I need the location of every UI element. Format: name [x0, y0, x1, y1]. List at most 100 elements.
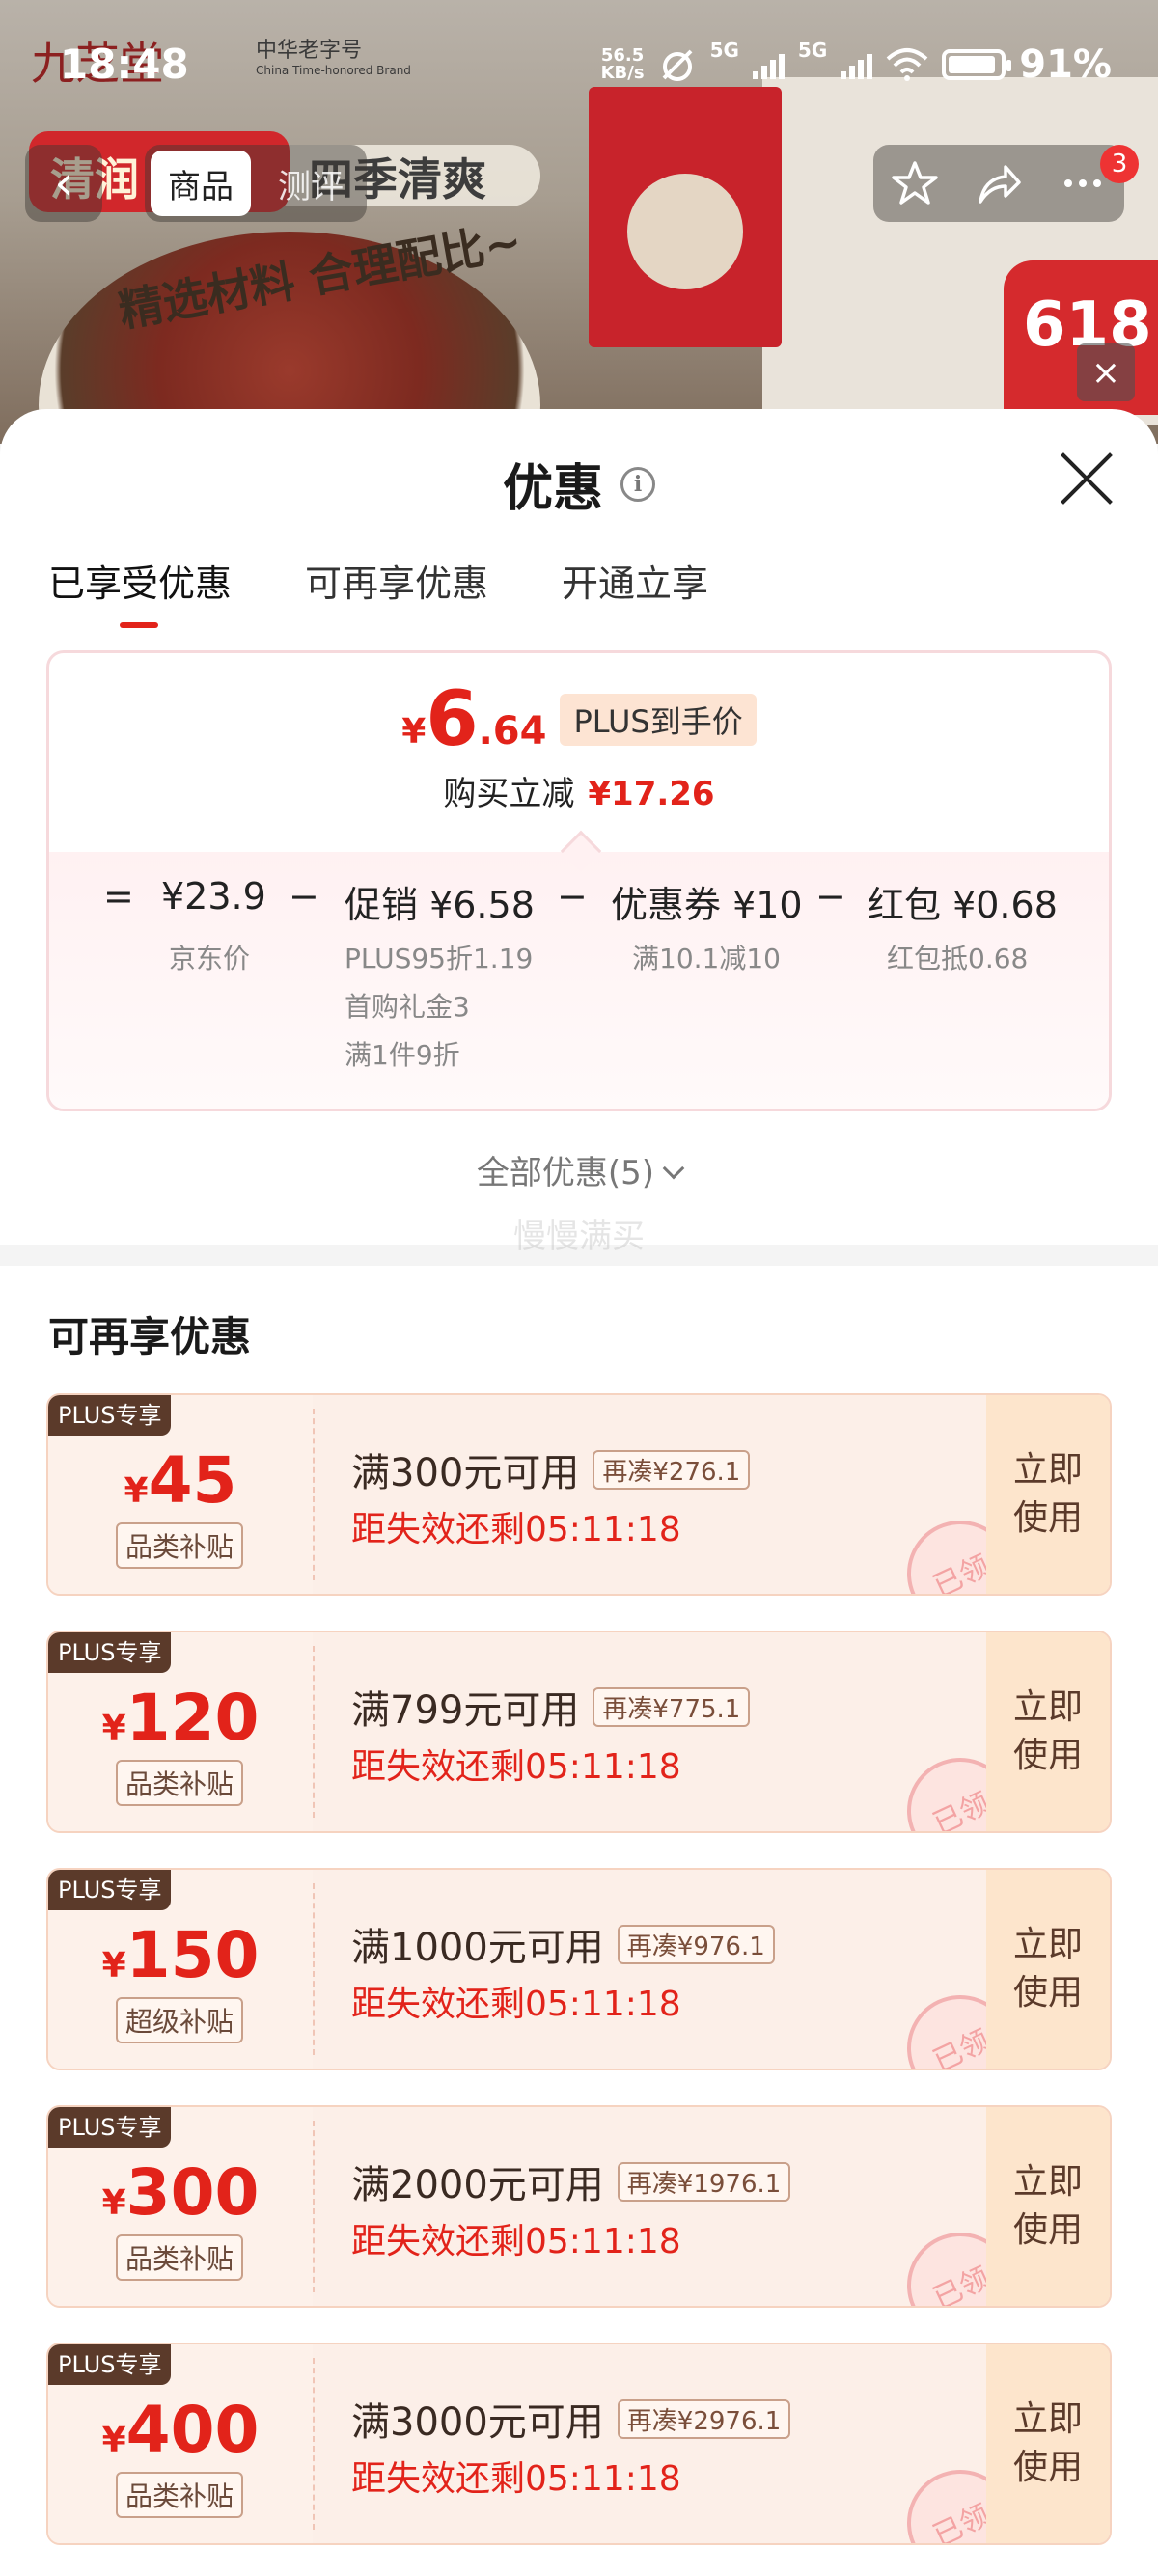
all-offers-toggle[interactable]: 全部优惠(5) [0, 1146, 1158, 1193]
status-time: 18:48 [60, 41, 189, 88]
reduce-label: 购买立减 [443, 775, 575, 813]
coupon-timer: 距失效还剩05:11:18 [351, 2222, 681, 2261]
more-offers-title: 可再享优惠 [48, 1313, 252, 1360]
coupon-condition: 满300元可用 再凑¥276.1 [351, 1441, 751, 1497]
coupon-amount: ¥120 [48, 1681, 313, 1755]
sheet-title: 优惠 [502, 460, 603, 518]
tab-product[interactable]: 商品 [151, 151, 251, 216]
coupon-separator [313, 2358, 315, 2530]
coupon-condition: 满1000元可用 再凑¥976.1 [351, 1916, 775, 1972]
coupon-need-amount: 再凑¥1976.1 [617, 2161, 791, 2202]
final-price-section: ¥ 6 .64 PLUS到手价 购买立减 ¥17.26 [49, 653, 1109, 852]
coupon-card: PLUS专享 ¥150 超级补贴 满1000元可用 再凑¥976.1 距失效还剩0… [46, 1868, 1112, 2070]
coupon-plus-tag: PLUS专享 [48, 1632, 172, 1673]
coupon-amount-value: 120 [125, 1681, 260, 1755]
use-now-label: 立即使用 [1012, 1925, 1083, 2013]
signal-2-icon [841, 50, 873, 79]
share-icon[interactable] [975, 159, 1023, 207]
chevron-left-icon: ‹ [54, 156, 73, 210]
floating-close-button[interactable]: × [1077, 343, 1135, 401]
reduce-value: ¥17.26 [588, 775, 715, 813]
coupon-need-amount: 再凑¥276.1 [593, 1449, 751, 1490]
signal-type-2: 5G [797, 39, 828, 62]
formula-coupon: 优惠券 ¥10 [611, 884, 803, 926]
formula-promotion-sub-3: 满1件9折 [345, 1039, 460, 1071]
network-speed: 56.5 KB/s [601, 47, 645, 82]
coupon-condition-text: 满2000元可用 [351, 2163, 604, 2207]
formula-list-price: ¥23.9 [161, 875, 266, 918]
coupon-yen: ¥ [101, 1709, 126, 1748]
coupon-card: PLUS专享 ¥120 品类补贴 满799元可用 再凑¥775.1 距失效还剩05… [46, 1631, 1112, 1833]
formula-red-packet: 红包 ¥0.68 [868, 884, 1058, 926]
star-icon[interactable] [891, 159, 939, 207]
use-now-label: 立即使用 [1012, 1687, 1083, 1775]
coupon-amount: ¥300 [48, 2155, 313, 2230]
formula-promotion-sub-2: 首购礼金3 [345, 991, 470, 1023]
more-icon[interactable] [1059, 159, 1107, 207]
formula-list-price-sub: 京东价 [169, 943, 251, 974]
back-button[interactable]: ‹ [25, 145, 102, 222]
tab-open-now[interactable]: 开通立享 [562, 554, 708, 628]
chevron-down-icon [662, 1157, 685, 1180]
coupon-plus-tag: PLUS专享 [48, 1870, 172, 1910]
use-now-button[interactable]: 立即使用 [986, 1870, 1110, 2069]
final-price: ¥ 6 .64 [401, 682, 546, 757]
signal-type-1: 5G [709, 39, 739, 62]
formula-op-equal: = [103, 875, 134, 918]
coupon-amount: ¥45 [48, 1443, 313, 1518]
coupon-timer: 距失效还剩05:11:18 [351, 1747, 681, 1787]
final-price-line: ¥ 6 .64 PLUS到手价 [49, 682, 1109, 757]
coupon-card: PLUS专享 ¥300 品类补贴 满2000元可用 再凑¥1976.1 距失效还剩… [46, 2105, 1112, 2308]
coupon-plus-tag: PLUS专享 [48, 2107, 172, 2148]
use-now-button[interactable]: 立即使用 [986, 2344, 1110, 2543]
coupon-timer: 距失效还剩05:11:18 [351, 2459, 681, 2499]
coupon-timer: 距失效还剩05:11:18 [351, 1510, 681, 1549]
use-now-label: 立即使用 [1012, 2162, 1083, 2250]
coupon-amount: ¥150 [48, 1918, 313, 1992]
coupon-condition-text: 满1000元可用 [351, 1926, 604, 1970]
tab-more-offers[interactable]: 可再享优惠 [305, 554, 488, 628]
coupon-type: 品类补贴 [116, 2472, 244, 2518]
sheet-close-button[interactable] [1058, 450, 1116, 507]
coupon-timer: 距失效还剩05:11:18 [351, 1985, 681, 2024]
coupon-amount-value: 300 [125, 2155, 260, 2230]
sheet-title-wrap: 优惠 i [503, 448, 655, 520]
coupon-amount: ¥400 [48, 2393, 313, 2467]
use-now-button[interactable]: 立即使用 [986, 1632, 1110, 1831]
coupon-condition: 满3000元可用 再凑¥2976.1 [351, 2391, 791, 2447]
coupon-yen: ¥ [101, 2421, 126, 2460]
coupon-separator [313, 2121, 315, 2292]
coupon-plus-tag: PLUS专享 [48, 2344, 172, 2385]
coupon-need-amount: 再凑¥775.1 [593, 1686, 751, 1727]
formula-promotion: 促销 ¥6.58 [345, 884, 535, 926]
all-offers-label: 全部优惠(5) [476, 1154, 655, 1192]
price-decimal: .64 [478, 709, 547, 754]
coupon-amount-value: 150 [125, 1918, 260, 1992]
status-bar: 18:48 56.5 KB/s 5G 5G 91% [0, 0, 1158, 135]
network-speed-unit: KB/s [600, 63, 645, 83]
reduce-line: 购买立减 ¥17.26 [49, 767, 1109, 814]
info-icon[interactable]: i [620, 466, 655, 502]
sheet-header: 优惠 i [0, 409, 1158, 554]
use-now-button[interactable]: 立即使用 [986, 2107, 1110, 2306]
coupon-type: 超级补贴 [116, 1997, 244, 2043]
use-now-label: 立即使用 [1012, 1450, 1083, 1538]
offer-tabs: 已享受优惠 可再享优惠 开通立享 [48, 554, 708, 628]
nav-actions [873, 145, 1124, 222]
coupon-type: 品类补贴 [116, 1522, 244, 1569]
use-now-button[interactable]: 立即使用 [986, 1395, 1110, 1594]
coupon-condition-text: 满300元可用 [351, 1451, 580, 1495]
sheet-title-row: 优惠 i [0, 448, 1158, 520]
coupon-condition-text: 满799元可用 [351, 1688, 580, 1733]
alarm-off-icon [662, 49, 692, 81]
tab-enjoyed-offers[interactable]: 已享受优惠 [48, 554, 232, 628]
message-badge: 3 [1100, 145, 1139, 183]
coupon-condition: 满2000元可用 再凑¥1976.1 [351, 2153, 791, 2209]
tab-review[interactable]: 测评 [261, 151, 361, 216]
coupon-separator [313, 1883, 315, 2055]
price-yen: ¥ [401, 712, 427, 752]
signal-1-icon [752, 50, 785, 79]
coupon-plus-tag: PLUS专享 [48, 1395, 172, 1436]
use-now-label: 立即使用 [1012, 2399, 1083, 2487]
coupon-card: PLUS专享 ¥400 品类补贴 满3000元可用 再凑¥2976.1 距失效还剩… [46, 2343, 1112, 2545]
